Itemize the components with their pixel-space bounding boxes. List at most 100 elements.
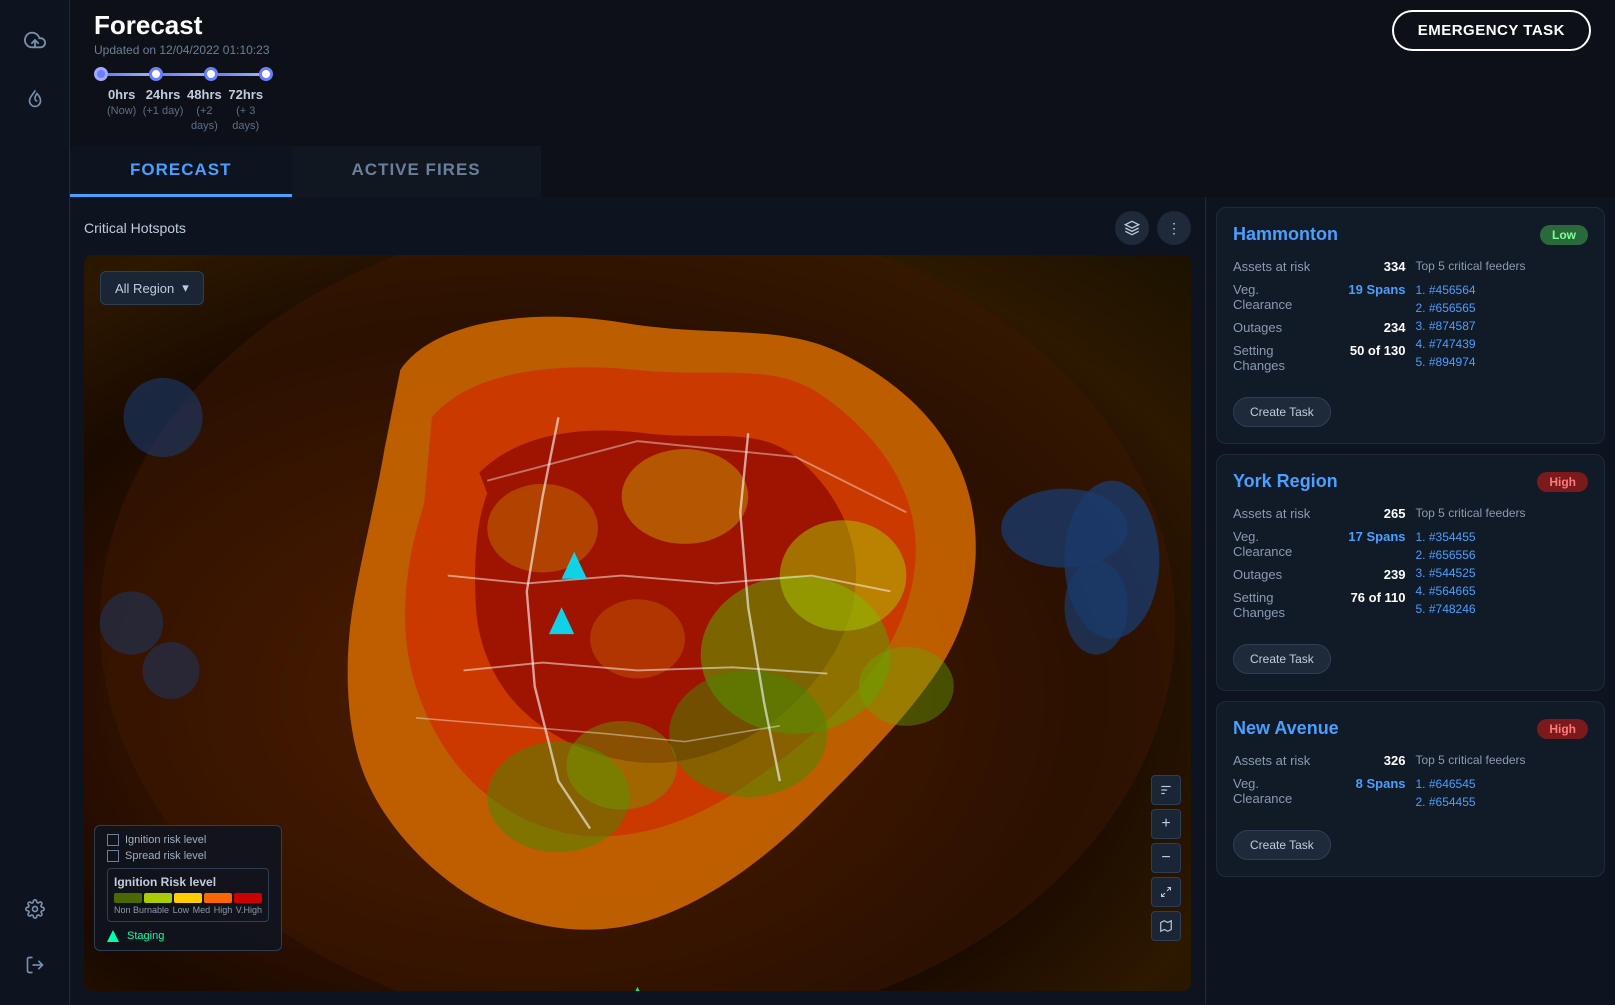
color-low bbox=[144, 893, 172, 903]
timeline-track bbox=[94, 67, 273, 81]
feeder-item-y-5[interactable]: 5. #748246 bbox=[1416, 600, 1589, 618]
feeder-item-n-2[interactable]: 2. #654455 bbox=[1416, 793, 1589, 811]
region-card-hammonton: Hammonton Low Assets at risk 334 Veg. Cl… bbox=[1216, 207, 1605, 444]
newavenue-details: Assets at risk 326 Veg. Clearance 8 Span… bbox=[1233, 753, 1588, 860]
york-feeders: Top 5 critical feeders 1. #354455 2. #65… bbox=[1416, 506, 1589, 674]
region-name-newavenue: New Avenue bbox=[1233, 718, 1339, 739]
outages-value-h: 234 bbox=[1319, 320, 1405, 335]
zoom-out-button[interactable]: − bbox=[1151, 843, 1181, 873]
legend-spread-row: Spread risk level bbox=[107, 850, 269, 862]
feeder-item-y-4[interactable]: 4. #564665 bbox=[1416, 582, 1589, 600]
veg-label-y: Veg. Clearance bbox=[1233, 529, 1319, 559]
hammonton-feeders: Top 5 critical feeders 1. #456564 2. #65… bbox=[1416, 259, 1589, 427]
timeline-segment-2 bbox=[163, 73, 204, 76]
assets-label-n: Assets at risk bbox=[1233, 753, 1319, 768]
tab-forecast[interactable]: FORECAST bbox=[70, 146, 292, 197]
staging-label: Staging bbox=[127, 930, 164, 942]
feeder-item-h-4[interactable]: 4. #747439 bbox=[1416, 335, 1589, 353]
veg-value-n: 8 Spans bbox=[1319, 776, 1405, 806]
map-filter-button[interactable] bbox=[1151, 775, 1181, 805]
map-section-title: Critical Hotspots bbox=[84, 220, 186, 236]
color-label-1: Low bbox=[173, 905, 190, 915]
create-task-button-newavenue[interactable]: Create Task bbox=[1233, 830, 1331, 860]
york-stats-grid: Assets at risk 265 Veg. Clearance 17 Spa… bbox=[1233, 506, 1406, 620]
feeder-item-h-3[interactable]: 3. #874587 bbox=[1416, 317, 1589, 335]
chevron-down-icon: ▾ bbox=[182, 280, 189, 296]
map-layers-button[interactable] bbox=[1115, 211, 1149, 245]
map-more-button[interactable]: ⋮ bbox=[1157, 211, 1191, 245]
cloud-icon[interactable] bbox=[15, 20, 55, 60]
logout-icon[interactable] bbox=[15, 945, 55, 985]
feeder-item-h-2[interactable]: 2. #656565 bbox=[1416, 299, 1589, 317]
region-name-hammonton: Hammonton bbox=[1233, 224, 1338, 245]
header: Forecast Updated on 12/04/2022 01:10:23 … bbox=[70, 0, 1615, 132]
feeder-item-y-3[interactable]: 3. #544525 bbox=[1416, 564, 1589, 582]
risk-badge-hammonton: Low bbox=[1540, 225, 1588, 245]
feeders-title-h: Top 5 critical feeders bbox=[1416, 259, 1589, 273]
york-stats: Assets at risk 265 Veg. Clearance 17 Spa… bbox=[1233, 506, 1406, 674]
map-controls: ⋮ bbox=[1115, 211, 1191, 245]
ignition-legend-label: Ignition risk level bbox=[125, 834, 206, 846]
ignition-checkbox[interactable] bbox=[107, 834, 119, 846]
feeder-list-hammonton: 1. #456564 2. #656565 3. #874587 4. #747… bbox=[1416, 281, 1589, 371]
assets-label-y: Assets at risk bbox=[1233, 506, 1319, 521]
map-section: Critical Hotspots ⋮ bbox=[70, 197, 1205, 1005]
feeder-item-y-1[interactable]: 1. #354455 bbox=[1416, 528, 1589, 546]
color-label-2: Med bbox=[193, 905, 211, 915]
region-card-york: York Region High Assets at risk 265 Veg.… bbox=[1216, 454, 1605, 691]
last-updated: Updated on 12/04/2022 01:10:23 bbox=[94, 43, 273, 57]
map-type-button[interactable] bbox=[1151, 911, 1181, 941]
content-area: Critical Hotspots ⋮ bbox=[70, 197, 1615, 1005]
zoom-in-button[interactable]: + bbox=[1151, 809, 1181, 839]
timeline-labels: 0hrs (Now) 24hrs (+1 day) 48hrs (+2 days… bbox=[94, 87, 273, 132]
timeline-dot-0[interactable] bbox=[94, 67, 108, 81]
legend-color-scale bbox=[114, 893, 262, 903]
timeline-segment-1 bbox=[108, 73, 149, 76]
risk-badge-newavenue: High bbox=[1537, 719, 1588, 739]
region-dropdown[interactable]: All Region ▾ bbox=[100, 271, 204, 305]
color-non-burnable bbox=[114, 893, 142, 903]
timeline-dot-3[interactable] bbox=[259, 67, 273, 81]
assets-value-n: 326 bbox=[1319, 753, 1405, 768]
timeline-dot-1[interactable] bbox=[149, 67, 163, 81]
spread-legend-label: Spread risk level bbox=[125, 850, 206, 862]
map-zoom-controls: + − bbox=[1151, 775, 1181, 941]
assets-label-h: Assets at risk bbox=[1233, 259, 1319, 274]
staging-icon bbox=[107, 930, 119, 942]
spread-checkbox[interactable] bbox=[107, 850, 119, 862]
fire-sidebar-icon[interactable] bbox=[15, 80, 55, 120]
timeline-label-1: 24hrs (+1 day) bbox=[142, 87, 183, 132]
hammonton-stats-grid: Assets at risk 334 Veg. Clearance 19 Spa… bbox=[1233, 259, 1406, 373]
map-legend: Ignition risk level Spread risk level Ig… bbox=[94, 825, 282, 951]
york-details: Assets at risk 265 Veg. Clearance 17 Spa… bbox=[1233, 506, 1588, 674]
veg-label-h: Veg. Clearance bbox=[1233, 282, 1319, 312]
main-content: Forecast Updated on 12/04/2022 01:10:23 … bbox=[70, 0, 1615, 1005]
legend-ignition-row: Ignition risk level bbox=[107, 834, 269, 846]
color-med bbox=[174, 893, 202, 903]
tab-active-fires[interactable]: ACTIVE FIRES bbox=[292, 146, 541, 197]
sidebar bbox=[0, 0, 70, 1005]
timeline-label-2: 48hrs (+2 days) bbox=[184, 87, 225, 132]
color-label-4: V.High bbox=[236, 905, 262, 915]
map-header: Critical Hotspots ⋮ bbox=[84, 211, 1191, 245]
create-task-button-york[interactable]: Create Task bbox=[1233, 644, 1331, 674]
emergency-task-button[interactable]: EMERGENCY TASK bbox=[1392, 10, 1591, 51]
region-name-york: York Region bbox=[1233, 471, 1338, 492]
fullscreen-button[interactable] bbox=[1151, 877, 1181, 907]
feeder-item-h-5[interactable]: 5. #894974 bbox=[1416, 353, 1589, 371]
color-vhigh bbox=[234, 893, 262, 903]
region-card-newavenue: New Avenue High Assets at risk 326 Veg. … bbox=[1216, 701, 1605, 877]
color-label-3: High bbox=[214, 905, 233, 915]
card-header-newavenue: New Avenue High bbox=[1233, 718, 1588, 739]
feeder-item-n-1[interactable]: 1. #646545 bbox=[1416, 775, 1589, 793]
feeder-item-h-1[interactable]: 1. #456564 bbox=[1416, 281, 1589, 299]
hammonton-stats: Assets at risk 334 Veg. Clearance 19 Spa… bbox=[1233, 259, 1406, 427]
settings-icon[interactable] bbox=[15, 889, 55, 929]
feeders-title-n: Top 5 critical feeders bbox=[1416, 753, 1589, 767]
feeder-item-y-2[interactable]: 2. #656556 bbox=[1416, 546, 1589, 564]
create-task-button-hammonton[interactable]: Create Task bbox=[1233, 397, 1331, 427]
setting-label-h: Setting Changes bbox=[1233, 343, 1319, 373]
timeline-dot-2[interactable] bbox=[204, 67, 218, 81]
color-label-0: Non Burnable bbox=[114, 905, 169, 915]
newavenue-feeders: Top 5 critical feeders 1. #646545 2. #65… bbox=[1416, 753, 1589, 860]
